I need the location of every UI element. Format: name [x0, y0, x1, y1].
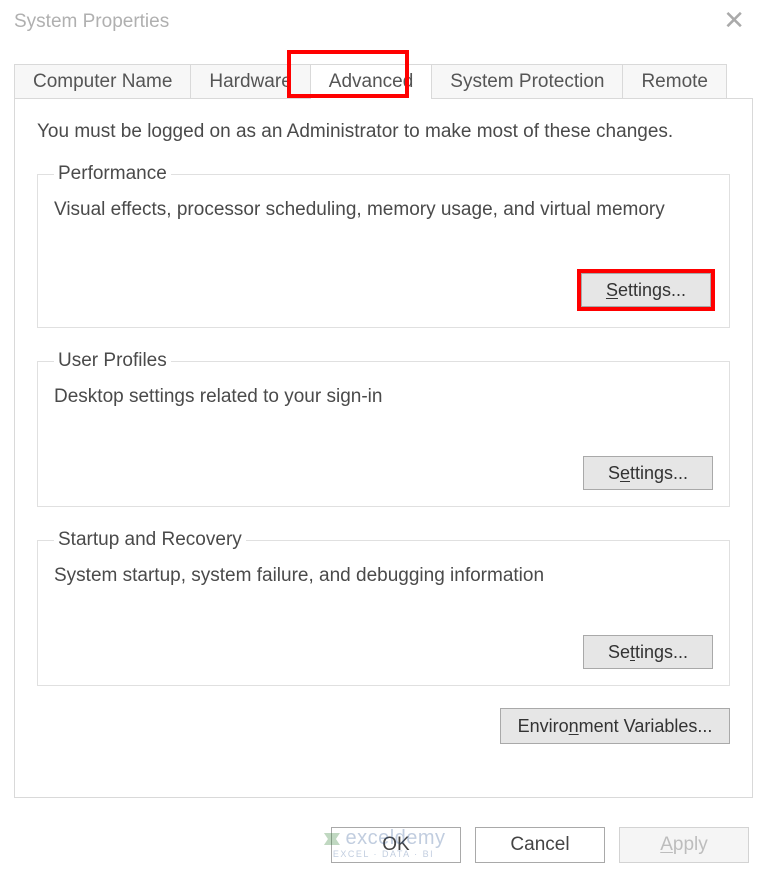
tab-hardware[interactable]: Hardware	[190, 64, 310, 99]
dialog-button-row: OK Cancel Apply	[331, 827, 749, 863]
tab-remote[interactable]: Remote	[622, 64, 727, 99]
group-user-profiles: User Profiles Desktop settings related t…	[37, 350, 730, 507]
tab-computer-name[interactable]: Computer Name	[14, 64, 191, 99]
tab-panel-advanced: You must be logged on as an Administrato…	[14, 98, 753, 798]
ok-button[interactable]: OK	[331, 827, 461, 863]
group-startup-recovery-desc: System startup, system failure, and debu…	[54, 565, 713, 587]
group-startup-recovery-legend: Startup and Recovery	[54, 529, 246, 551]
user-profiles-settings-button[interactable]: Settings...	[583, 456, 713, 490]
tab-strip: Computer Name Hardware Advanced System P…	[0, 54, 767, 98]
group-user-profiles-legend: User Profiles	[54, 350, 171, 372]
startup-recovery-settings-button[interactable]: Settings...	[583, 635, 713, 669]
tab-advanced[interactable]: Advanced	[310, 64, 433, 99]
close-icon[interactable]: ✕	[715, 3, 753, 41]
window-title: System Properties	[14, 11, 169, 33]
admin-notice: You must be logged on as an Administrato…	[37, 121, 730, 143]
titlebar: System Properties ✕	[0, 0, 767, 48]
highlight-performance-settings: Settings...	[577, 269, 715, 311]
tab-system-protection[interactable]: System Protection	[431, 64, 623, 99]
group-user-profiles-desc: Desktop settings related to your sign-in	[54, 386, 713, 408]
cancel-button[interactable]: Cancel	[475, 827, 605, 863]
performance-settings-button[interactable]: Settings...	[581, 273, 711, 307]
group-performance-legend: Performance	[54, 163, 171, 185]
group-startup-recovery: Startup and Recovery System startup, sys…	[37, 529, 730, 686]
system-properties-dialog: System Properties ✕ Computer Name Hardwa…	[0, 0, 767, 877]
group-performance-desc: Visual effects, processor scheduling, me…	[54, 199, 713, 221]
environment-variables-button[interactable]: Environment Variables...	[500, 708, 730, 744]
group-performance: Performance Visual effects, processor sc…	[37, 163, 730, 328]
apply-button[interactable]: Apply	[619, 827, 749, 863]
